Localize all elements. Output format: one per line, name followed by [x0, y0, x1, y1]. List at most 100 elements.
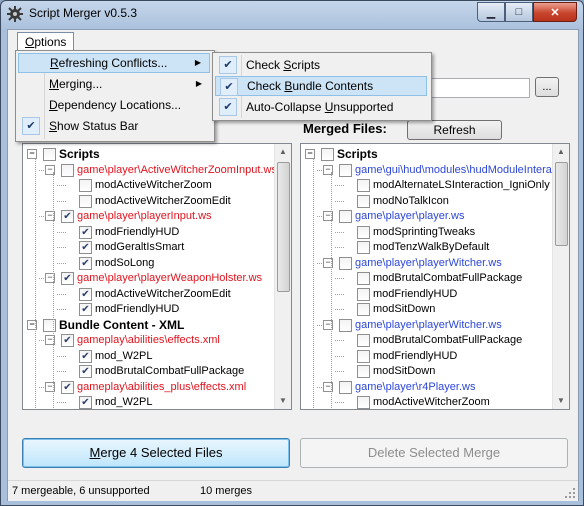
checkbox[interactable]: ✔: [79, 303, 92, 316]
tree-leaf-mod[interactable]: modSprintingTweaks: [301, 224, 551, 240]
delete-merge-button[interactable]: Delete Selected Merge: [300, 438, 568, 468]
tree-leaf-mod[interactable]: modAlternateLSInteraction_IgniOnly: [301, 177, 551, 193]
checkbox[interactable]: [357, 349, 370, 363]
checkbox[interactable]: [43, 148, 56, 161]
title-bar[interactable]: Script Merger v0.5.3 ▁ □ ✕: [1, 1, 583, 27]
checkbox[interactable]: [357, 287, 370, 301]
tree-node-file[interactable]: − ✔ gameplay\abilities\effects.xml: [23, 332, 273, 348]
minimize-button[interactable]: ▁: [477, 2, 505, 22]
checkbox[interactable]: [357, 334, 370, 347]
tree-leaf-mod[interactable]: modBrutalCombatFullPackage: [301, 270, 551, 286]
checkbox[interactable]: [339, 256, 352, 270]
checkbox[interactable]: [339, 163, 352, 177]
tree-node-file[interactable]: − game\player\playerWitcher.ws: [301, 255, 551, 271]
checkbox[interactable]: ✔: [79, 225, 92, 239]
tree-leaf-mod[interactable]: ✔ modSoLong: [23, 255, 273, 271]
tree-leaf-mod[interactable]: modActiveWitcherZoom: [301, 394, 551, 409]
tree-leaf-mod[interactable]: modBrutalCombatFullPackage: [301, 332, 551, 348]
tree-leaf-mod[interactable]: modActiveWitcherZoom: [23, 177, 273, 193]
tree-leaf-mod[interactable]: ✔ modFriendlyHUD: [23, 301, 273, 317]
tree-node-file[interactable]: − game\player\player.ws: [301, 208, 551, 224]
checkbox[interactable]: ✔: [79, 396, 92, 409]
menu-item-option[interactable]: Dependency Locations...: [18, 95, 210, 115]
tree-leaf-mod[interactable]: ✔ modActiveWitcherZoomEdit: [23, 286, 273, 302]
tree-node-file[interactable]: − game\gui\hud\modules\hudModuleInterac: [301, 162, 557, 178]
window-title: Script Merger v0.5.3: [29, 6, 138, 20]
tree-item-label: game\gui\hud\modules\hudModuleInterac: [355, 163, 558, 176]
checkbox[interactable]: [357, 194, 370, 208]
tree-leaf-mod[interactable]: modSitDown: [301, 363, 551, 379]
tree-node-file[interactable]: − ✔ game\player\playerInput.ws: [23, 208, 273, 224]
tree-node-file[interactable]: − game\player\r4Player.ws: [301, 379, 551, 395]
tree-leaf-mod[interactable]: modSitDown: [301, 301, 551, 317]
checkbox[interactable]: [339, 210, 352, 223]
checkbox[interactable]: ✔: [61, 380, 74, 394]
maximize-button[interactable]: □: [505, 2, 533, 22]
scroll-thumb[interactable]: [277, 162, 290, 292]
scroll-thumb[interactable]: [555, 162, 568, 246]
submenu-item[interactable]: ✔ Auto-Collapse Unsupported: [215, 97, 427, 117]
size-grip-icon[interactable]: [564, 487, 576, 499]
tree-leaf-mod[interactable]: ✔ modGeraltIsSmart: [23, 239, 273, 255]
tree-leaf-mod[interactable]: modTenzWalkByDefault: [301, 239, 551, 255]
checkbox[interactable]: [357, 241, 370, 254]
tree-leaf-mod[interactable]: ✔ mod_W2PL: [23, 348, 273, 364]
menu-item-option[interactable]: Refreshing Conflicts... ▶: [18, 53, 210, 73]
checkbox[interactable]: ✔: [61, 210, 74, 223]
merged-scrollbar[interactable]: ▲ ▼: [552, 144, 569, 409]
tree-node-file[interactable]: − game\player\playerWitcher.ws: [301, 317, 551, 333]
tree-node-file[interactable]: − game\player\ActiveWitcherZoomInput.ws: [23, 162, 277, 178]
tree-node-category[interactable]: − Bundle Content - XML: [23, 317, 273, 333]
checkbox[interactable]: [321, 148, 334, 161]
tree-leaf-mod[interactable]: ✔ modFriendlyHUD: [23, 224, 273, 240]
tree-node-category[interactable]: − Scripts: [23, 146, 273, 162]
tree-item-label: Bundle Content - XML: [59, 317, 185, 332]
tree-item-label: modActiveWitcherZoom: [373, 396, 490, 408]
close-button[interactable]: ✕: [533, 2, 577, 22]
tree-leaf-mod[interactable]: modFriendlyHUD: [301, 348, 551, 364]
merge-selected-button[interactable]: Merge 4 Selected Files: [22, 438, 290, 468]
checkbox[interactable]: [357, 365, 370, 378]
menu-item-option[interactable]: Merging... ▶: [18, 74, 210, 94]
tree-leaf-mod[interactable]: modNoTalkIcon: [301, 193, 551, 209]
menu-options[interactable]: Options: [17, 32, 75, 51]
conflicts-scrollbar[interactable]: ▲ ▼: [274, 144, 291, 409]
conflicts-tree[interactable]: − Scripts − game\player\ActiveWitcherZoomIn…: [22, 143, 292, 410]
checkbox[interactable]: [79, 194, 92, 208]
scroll-down-icon[interactable]: ▼: [275, 393, 291, 409]
checkbox[interactable]: ✔: [79, 365, 92, 378]
merged-files-tree[interactable]: − Scripts − game\gui\hud\modules\hudModuleI…: [300, 143, 570, 410]
checkbox[interactable]: [357, 272, 370, 285]
tree-leaf-mod[interactable]: modFriendlyHUD: [301, 286, 551, 302]
refresh-button[interactable]: Refresh: [407, 120, 502, 140]
checkbox[interactable]: [357, 225, 370, 239]
checkbox[interactable]: [79, 179, 92, 192]
checkbox[interactable]: ✔: [79, 349, 92, 363]
checkbox[interactable]: ✔: [61, 272, 74, 285]
tree-item-label: modActiveWitcherZoomEdit: [95, 194, 231, 207]
scroll-up-icon[interactable]: ▲: [275, 144, 291, 160]
checkbox[interactable]: ✔: [79, 256, 92, 270]
checkbox[interactable]: ✔: [79, 241, 92, 254]
checkbox[interactable]: ✔: [79, 287, 92, 301]
tree-item-label: modActiveWitcherZoom: [95, 179, 212, 191]
tree-node-category[interactable]: − Scripts: [301, 146, 551, 162]
scroll-up-icon[interactable]: ▲: [553, 144, 569, 160]
checkbox[interactable]: [357, 179, 370, 192]
submenu-item[interactable]: ✔ Check Scripts: [215, 55, 427, 75]
menu-item-option[interactable]: ✔ Show Status Bar: [18, 116, 210, 136]
submenu-item[interactable]: ✔ Check Bundle Contents: [215, 76, 427, 96]
tree-node-file[interactable]: − ✔ game\player\playerWeaponHolster.ws: [23, 270, 273, 286]
checkbox[interactable]: [357, 303, 370, 316]
tree-leaf-mod[interactable]: ✔ mod_W2PL: [23, 394, 273, 409]
checkbox[interactable]: [61, 163, 74, 177]
checkbox[interactable]: [357, 396, 370, 409]
tree-leaf-mod[interactable]: ✔ modBrutalCombatFullPackage: [23, 363, 273, 379]
checkbox[interactable]: [339, 380, 352, 394]
browse-button[interactable]: ...: [535, 77, 559, 97]
checkbox[interactable]: [339, 318, 352, 332]
checkbox[interactable]: ✔: [61, 334, 74, 347]
tree-leaf-mod[interactable]: modActiveWitcherZoomEdit: [23, 193, 273, 209]
tree-node-file[interactable]: − ✔ gameplay\abilities_plus\effects.xml: [23, 379, 273, 395]
scroll-down-icon[interactable]: ▼: [553, 393, 569, 409]
